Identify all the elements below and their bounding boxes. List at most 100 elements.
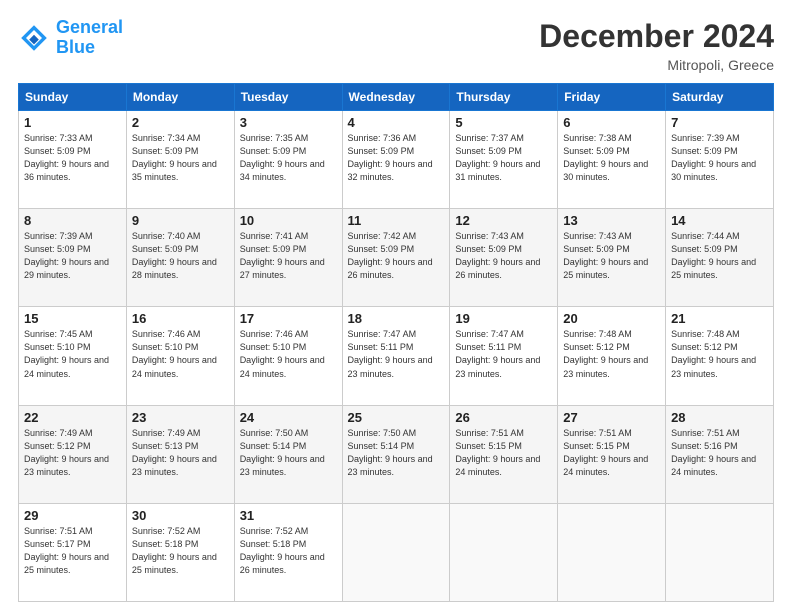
- day-number: 4: [348, 115, 445, 130]
- day-detail: Sunrise: 7:49 AM Sunset: 5:12 PM Dayligh…: [24, 427, 121, 479]
- day-detail: Sunrise: 7:50 AM Sunset: 5:14 PM Dayligh…: [348, 427, 445, 479]
- day-number: 3: [240, 115, 337, 130]
- calendar-cell: 31 Sunrise: 7:52 AM Sunset: 5:18 PM Dayli…: [234, 503, 342, 601]
- calendar-cell: [342, 503, 450, 601]
- day-number: 24: [240, 410, 337, 425]
- day-detail: Sunrise: 7:33 AM Sunset: 5:09 PM Dayligh…: [24, 132, 121, 184]
- day-detail: Sunrise: 7:39 AM Sunset: 5:09 PM Dayligh…: [24, 230, 121, 282]
- day-detail: Sunrise: 7:46 AM Sunset: 5:10 PM Dayligh…: [240, 328, 337, 380]
- calendar-cell: 19Sunrise: 7:47 AM Sunset: 5:11 PM Dayli…: [450, 307, 558, 405]
- day-detail: Sunrise: 7:34 AM Sunset: 5:09 PM Dayligh…: [132, 132, 229, 184]
- day-detail: Sunrise: 7:36 AM Sunset: 5:09 PM Dayligh…: [348, 132, 445, 184]
- day-number: 23: [132, 410, 229, 425]
- weekday-header-sunday: Sunday: [19, 84, 127, 111]
- header: General Blue December 2024 Mitropoli, Gr…: [18, 18, 774, 73]
- calendar-cell: 14 Sunrise: 7:44 AM Sunset: 5:09 PM Dayli…: [666, 209, 774, 307]
- weekday-header-tuesday: Tuesday: [234, 84, 342, 111]
- day-detail: Sunrise: 7:39 AM Sunset: 5:09 PM Dayligh…: [671, 132, 768, 184]
- calendar-week-row: 1 Sunrise: 7:33 AM Sunset: 5:09 PM Daylig…: [19, 111, 774, 209]
- day-number: 7: [671, 115, 768, 130]
- calendar-cell: 9 Sunrise: 7:40 AM Sunset: 5:09 PM Daylig…: [126, 209, 234, 307]
- day-number: 8: [24, 213, 121, 228]
- day-detail: Sunrise: 7:48 AM Sunset: 5:12 PM Dayligh…: [563, 328, 660, 380]
- day-number: 12: [455, 213, 552, 228]
- day-number: 28: [671, 410, 768, 425]
- calendar-cell: 17 Sunrise: 7:46 AM Sunset: 5:10 PM Dayli…: [234, 307, 342, 405]
- calendar-cell: 5 Sunrise: 7:37 AM Sunset: 5:09 PM Daylig…: [450, 111, 558, 209]
- location: Mitropoli, Greece: [539, 57, 774, 73]
- calendar-cell: 25Sunrise: 7:50 AM Sunset: 5:14 PM Dayli…: [342, 405, 450, 503]
- weekday-header-wednesday: Wednesday: [342, 84, 450, 111]
- calendar-week-row: 22Sunrise: 7:49 AM Sunset: 5:12 PM Dayli…: [19, 405, 774, 503]
- calendar-cell: 11 Sunrise: 7:42 AM Sunset: 5:09 PM Dayli…: [342, 209, 450, 307]
- calendar-cell: 28 Sunrise: 7:51 AM Sunset: 5:16 PM Dayli…: [666, 405, 774, 503]
- weekday-header-monday: Monday: [126, 84, 234, 111]
- title-block: December 2024 Mitropoli, Greece: [539, 18, 774, 73]
- day-number: 15: [24, 311, 121, 326]
- day-detail: Sunrise: 7:42 AM Sunset: 5:09 PM Dayligh…: [348, 230, 445, 282]
- calendar-cell: 16 Sunrise: 7:46 AM Sunset: 5:10 PM Dayli…: [126, 307, 234, 405]
- logo-icon: [18, 22, 50, 54]
- day-detail: Sunrise: 7:51 AM Sunset: 5:16 PM Dayligh…: [671, 427, 768, 479]
- day-detail: Sunrise: 7:49 AM Sunset: 5:13 PM Dayligh…: [132, 427, 229, 479]
- day-number: 26: [455, 410, 552, 425]
- day-detail: Sunrise: 7:45 AM Sunset: 5:10 PM Dayligh…: [24, 328, 121, 380]
- day-detail: Sunrise: 7:48 AM Sunset: 5:12 PM Dayligh…: [671, 328, 768, 380]
- day-detail: Sunrise: 7:51 AM Sunset: 5:15 PM Dayligh…: [455, 427, 552, 479]
- day-number: 14: [671, 213, 768, 228]
- calendar-cell: 15 Sunrise: 7:45 AM Sunset: 5:10 PM Dayli…: [19, 307, 127, 405]
- day-number: 9: [132, 213, 229, 228]
- day-number: 10: [240, 213, 337, 228]
- day-number: 5: [455, 115, 552, 130]
- logo-blue: Blue: [56, 37, 95, 57]
- calendar-cell: 22Sunrise: 7:49 AM Sunset: 5:12 PM Dayli…: [19, 405, 127, 503]
- day-detail: Sunrise: 7:38 AM Sunset: 5:09 PM Dayligh…: [563, 132, 660, 184]
- weekday-header-saturday: Saturday: [666, 84, 774, 111]
- day-number: 1: [24, 115, 121, 130]
- calendar-cell: 26 Sunrise: 7:51 AM Sunset: 5:15 PM Dayli…: [450, 405, 558, 503]
- page: General Blue December 2024 Mitropoli, Gr…: [0, 0, 792, 612]
- calendar-week-row: 15 Sunrise: 7:45 AM Sunset: 5:10 PM Dayli…: [19, 307, 774, 405]
- weekday-header-thursday: Thursday: [450, 84, 558, 111]
- day-detail: Sunrise: 7:51 AM Sunset: 5:15 PM Dayligh…: [563, 427, 660, 479]
- calendar-cell: 21Sunrise: 7:48 AM Sunset: 5:12 PM Dayli…: [666, 307, 774, 405]
- day-detail: Sunrise: 7:43 AM Sunset: 5:09 PM Dayligh…: [563, 230, 660, 282]
- calendar-cell: 24Sunrise: 7:50 AM Sunset: 5:14 PM Dayli…: [234, 405, 342, 503]
- calendar-cell: 18 Sunrise: 7:47 AM Sunset: 5:11 PM Dayli…: [342, 307, 450, 405]
- calendar-cell: 10Sunrise: 7:41 AM Sunset: 5:09 PM Dayli…: [234, 209, 342, 307]
- day-number: 17: [240, 311, 337, 326]
- day-number: 31: [240, 508, 337, 523]
- day-number: 13: [563, 213, 660, 228]
- calendar-cell: 6Sunrise: 7:38 AM Sunset: 5:09 PM Daylig…: [558, 111, 666, 209]
- day-detail: Sunrise: 7:35 AM Sunset: 5:09 PM Dayligh…: [240, 132, 337, 184]
- calendar-cell: [666, 503, 774, 601]
- day-number: 2: [132, 115, 229, 130]
- day-detail: Sunrise: 7:51 AM Sunset: 5:17 PM Dayligh…: [24, 525, 121, 577]
- calendar-cell: 7 Sunrise: 7:39 AM Sunset: 5:09 PM Daylig…: [666, 111, 774, 209]
- logo-text: General Blue: [56, 18, 123, 58]
- calendar-cell: 27Sunrise: 7:51 AM Sunset: 5:15 PM Dayli…: [558, 405, 666, 503]
- day-detail: Sunrise: 7:37 AM Sunset: 5:09 PM Dayligh…: [455, 132, 552, 184]
- calendar-cell: 4 Sunrise: 7:36 AM Sunset: 5:09 PM Daylig…: [342, 111, 450, 209]
- logo-general: General: [56, 17, 123, 37]
- calendar-cell: 29Sunrise: 7:51 AM Sunset: 5:17 PM Dayli…: [19, 503, 127, 601]
- calendar-cell: [450, 503, 558, 601]
- day-number: 16: [132, 311, 229, 326]
- day-number: 18: [348, 311, 445, 326]
- day-number: 30: [132, 508, 229, 523]
- calendar-cell: 23 Sunrise: 7:49 AM Sunset: 5:13 PM Dayli…: [126, 405, 234, 503]
- calendar-cell: 20Sunrise: 7:48 AM Sunset: 5:12 PM Dayli…: [558, 307, 666, 405]
- day-detail: Sunrise: 7:46 AM Sunset: 5:10 PM Dayligh…: [132, 328, 229, 380]
- calendar-cell: 8 Sunrise: 7:39 AM Sunset: 5:09 PM Daylig…: [19, 209, 127, 307]
- day-detail: Sunrise: 7:47 AM Sunset: 5:11 PM Dayligh…: [348, 328, 445, 380]
- calendar-cell: 13 Sunrise: 7:43 AM Sunset: 5:09 PM Dayli…: [558, 209, 666, 307]
- month-title: December 2024: [539, 18, 774, 55]
- calendar-cell: 3 Sunrise: 7:35 AM Sunset: 5:09 PM Daylig…: [234, 111, 342, 209]
- calendar-cell: 1 Sunrise: 7:33 AM Sunset: 5:09 PM Daylig…: [19, 111, 127, 209]
- day-detail: Sunrise: 7:44 AM Sunset: 5:09 PM Dayligh…: [671, 230, 768, 282]
- day-detail: Sunrise: 7:52 AM Sunset: 5:18 PM Dayligh…: [240, 525, 337, 577]
- day-detail: Sunrise: 7:40 AM Sunset: 5:09 PM Dayligh…: [132, 230, 229, 282]
- day-detail: Sunrise: 7:47 AM Sunset: 5:11 PM Dayligh…: [455, 328, 552, 380]
- calendar-cell: 30Sunrise: 7:52 AM Sunset: 5:18 PM Dayli…: [126, 503, 234, 601]
- day-number: 11: [348, 213, 445, 228]
